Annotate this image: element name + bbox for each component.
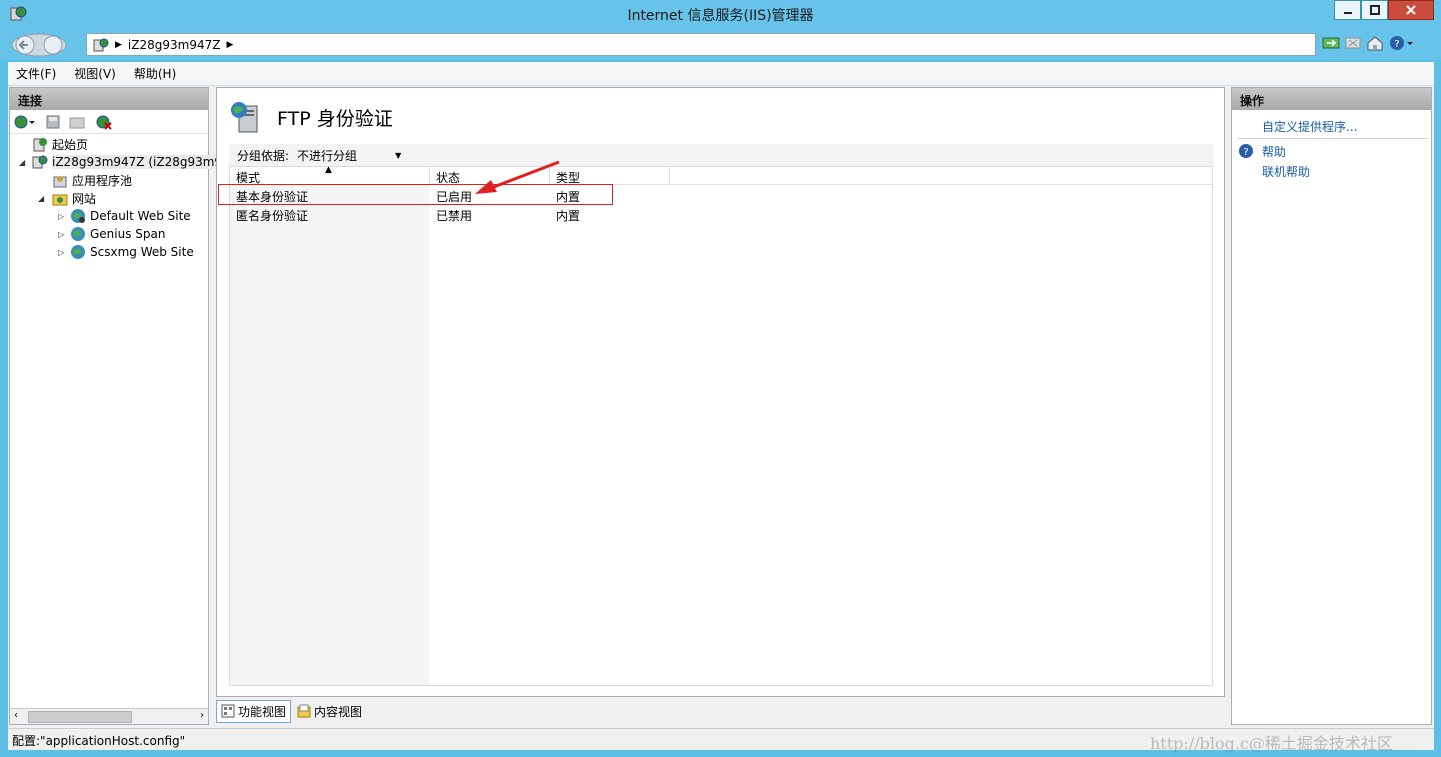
svg-text:?: ?	[1394, 39, 1399, 50]
delete-connection-icon[interactable]	[95, 114, 113, 130]
divider	[1238, 138, 1428, 139]
help-icon: ?	[1239, 144, 1253, 158]
minimize-button[interactable]	[1334, 0, 1361, 20]
scroll-right-icon[interactable]: ›	[200, 710, 204, 721]
cell-type: 内置	[556, 209, 581, 223]
tree-label: 起始页	[52, 138, 89, 152]
refresh-icon[interactable]	[1322, 34, 1340, 52]
actions-header: 操作	[1232, 88, 1431, 110]
group-by-select[interactable]: 不进行分组 ▼	[297, 147, 401, 164]
start-page-icon	[33, 137, 47, 151]
close-button[interactable]	[1388, 0, 1434, 20]
cell-status: 已禁用	[436, 209, 473, 223]
up-folder-icon[interactable]	[69, 114, 87, 130]
expand-icon[interactable]: ▷	[58, 248, 64, 257]
address-row: ▶ iZ28g93m947Z ▶ ?	[0, 30, 1441, 60]
connections-panel: 连接 起始页 ◢ iZ28g93m947Z (iZ28g93m9 应用程序池 ◢…	[9, 87, 223, 725]
tree-label: Default Web Site	[90, 209, 191, 223]
view-tabs: 功能视图 内容视图	[216, 699, 366, 723]
expand-icon[interactable]: ▷	[58, 212, 64, 221]
save-icon[interactable]	[45, 114, 61, 130]
content-view-icon	[297, 704, 311, 718]
collapse-icon[interactable]: ◢	[19, 158, 25, 167]
menu-view[interactable]: 视图(V)	[74, 65, 116, 82]
address-bar[interactable]: ▶ iZ28g93m947Z ▶	[86, 33, 1316, 56]
menu-file[interactable]: 文件(F)	[16, 65, 56, 82]
globe-icon	[71, 209, 85, 223]
breadcrumb-arrow-icon[interactable]: ▶	[226, 40, 233, 50]
toolbar-icons: ?	[1322, 34, 1414, 52]
tree-item-site[interactable]: Genius Span	[70, 226, 166, 242]
tree-item-site[interactable]: Default Web Site	[70, 208, 191, 224]
tree-label: 网站	[72, 192, 97, 206]
minimize-icon	[1343, 12, 1352, 14]
tree-label: Scsxmg Web Site	[90, 245, 194, 259]
ftp-auth-icon	[231, 102, 258, 133]
tree-label: iZ28g93m947Z (iZ28g93m9	[52, 155, 223, 169]
maximize-icon	[1369, 5, 1380, 15]
tree-item-site[interactable]: Scsxmg Web Site	[70, 244, 194, 260]
server-icon	[93, 38, 109, 51]
menu-bar: 文件(F) 视图(V) 帮助(H)	[8, 62, 1434, 86]
create-connection-icon[interactable]	[13, 114, 37, 130]
tab-features-view[interactable]: 功能视图	[216, 699, 292, 723]
globe-icon	[71, 245, 85, 259]
actions-panel: 操作 自定义提供程序... ? 帮助 联机帮助	[1231, 87, 1432, 725]
group-by-label: 分组依据:	[237, 148, 290, 163]
column-header-type[interactable]: 类型	[550, 167, 670, 185]
server-icon	[32, 155, 48, 169]
page-title: FTP 身份验证	[277, 107, 393, 130]
menu-help[interactable]: 帮助(H)	[134, 65, 176, 82]
connections-header: 连接	[10, 88, 208, 110]
help-link[interactable]: 帮助	[1262, 143, 1286, 160]
back-forward-buttons[interactable]	[11, 33, 67, 57]
list-header: 模式 ▲ 状态 类型	[230, 165, 1212, 185]
dropdown-arrow-icon: ▼	[395, 150, 402, 160]
tree-label: 应用程序池	[72, 174, 133, 188]
column-header-mode[interactable]: 模式 ▲	[230, 165, 430, 185]
home-icon[interactable]	[1366, 34, 1384, 52]
scroll-left-icon[interactable]: ‹	[14, 710, 18, 721]
connections-toolbar	[10, 110, 208, 134]
scrollbar-thumb[interactable]	[28, 711, 132, 723]
tree-label: Genius Span	[90, 227, 166, 241]
window-title: Internet 信息服务(IIS)管理器	[627, 8, 814, 24]
title-bar: Internet 信息服务(IIS)管理器	[0, 0, 1441, 30]
feature-header: FTP 身份验证	[229, 100, 393, 134]
annotation-arrow-icon	[475, 160, 560, 194]
horizontal-scrollbar[interactable]: ‹ ›	[10, 708, 208, 724]
tree-item-sites[interactable]: 网站	[52, 190, 96, 207]
expand-icon[interactable]: ▷	[58, 230, 64, 239]
sort-ascending-icon: ▲	[325, 165, 332, 175]
cell-mode: 匿名身份验证	[236, 209, 309, 223]
online-help-link[interactable]: 联机帮助	[1262, 163, 1310, 180]
features-view-icon	[221, 704, 235, 718]
collapse-icon[interactable]: ◢	[38, 194, 44, 203]
watermark: http://blog.c@稀土掘金技术社区	[1150, 734, 1393, 753]
group-by-value: 不进行分组	[297, 148, 358, 163]
tree-item-app-pools[interactable]: 应用程序池	[52, 172, 132, 189]
custom-providers-link[interactable]: 自定义提供程序...	[1262, 118, 1357, 135]
sites-folder-icon	[52, 194, 68, 205]
breadcrumb-arrow-icon[interactable]: ▶	[115, 40, 122, 50]
tab-content-view[interactable]: 内容视图	[293, 701, 366, 722]
auth-list: 模式 ▲ 状态 类型 基本身份验证 已启用 内置 匿名身份验证 已禁用 内置	[229, 165, 1213, 686]
close-icon	[1406, 5, 1416, 15]
stop-icon[interactable]	[1344, 34, 1362, 52]
group-by-bar: 分组依据: 不进行分组 ▼	[229, 144, 1213, 166]
address-path[interactable]: iZ28g93m947Z	[128, 38, 221, 52]
help-dropdown-icon[interactable]: ?	[1388, 34, 1414, 52]
app-pool-icon	[53, 175, 67, 187]
feature-panel: FTP 身份验证 分组依据: 不进行分组 ▼ 模式 ▲ 状态 类型 基本身份验证…	[216, 87, 1225, 697]
tree-item-server[interactable]: iZ28g93m947Z (iZ28g93m9	[32, 154, 223, 170]
svg-text:?: ?	[1243, 147, 1248, 158]
tree-item-start-page[interactable]: 起始页	[32, 136, 88, 153]
maximize-button[interactable]	[1361, 0, 1388, 20]
table-row[interactable]: 匿名身份验证 已禁用 内置	[230, 205, 1212, 224]
globe-icon	[71, 227, 85, 241]
status-text: 配置:"applicationHost.config"	[12, 734, 186, 748]
